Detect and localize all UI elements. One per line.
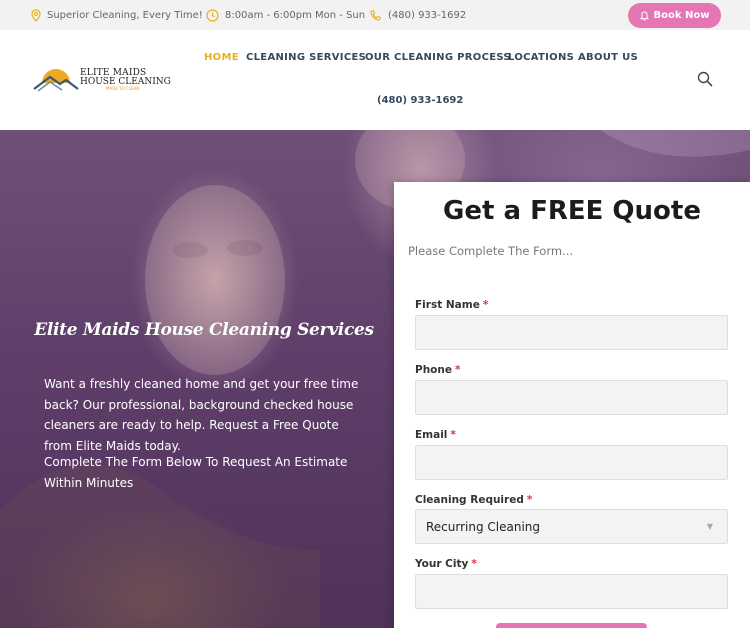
your-city-label-text: Your City xyxy=(415,558,469,570)
hero-title: Elite Maids House Cleaning Services xyxy=(34,320,374,340)
site-header: ELITE MAIDS HOUSE CLEANING MADE TO CLEAN… xyxy=(0,30,750,130)
nav-cleaning-services[interactable]: CLEANING SERVICES xyxy=(246,52,366,63)
required-mark: * xyxy=(482,299,489,311)
nav-locations[interactable]: LOCATIONS xyxy=(508,52,574,63)
nav-our-cleaning-process[interactable]: OUR CLEANING PROCESS xyxy=(365,52,511,63)
phone-input[interactable] xyxy=(415,380,728,415)
tagline-item: Superior Cleaning, Every Time! xyxy=(31,0,203,30)
tagline-text: Superior Cleaning, Every Time! xyxy=(47,9,203,21)
cleaning-required-select[interactable]: Recurring Cleaning ▼ xyxy=(415,509,728,544)
form-title: Get a FREE Quote xyxy=(443,196,701,226)
hero-paragraph-2: Complete The Form Below To Request An Es… xyxy=(44,455,348,490)
hours-text: 8:00am - 6:00pm Mon - Sun xyxy=(225,9,366,21)
phone-item[interactable]: (480) 933-1692 xyxy=(369,0,466,30)
your-city-input[interactable] xyxy=(415,574,728,609)
email-input[interactable] xyxy=(415,445,728,480)
chevron-down-icon: ▼ xyxy=(706,522,713,531)
submit-button[interactable] xyxy=(496,623,647,628)
email-label: Email * xyxy=(415,429,456,441)
required-mark: * xyxy=(450,429,456,441)
nav-home[interactable]: HOME xyxy=(204,52,239,63)
hours-item: 8:00am - 6:00pm Mon - Sun xyxy=(206,0,365,30)
top-bar: Superior Cleaning, Every Time! 8:00am - … xyxy=(0,0,750,30)
search-icon[interactable] xyxy=(697,71,713,87)
nav-phone-link[interactable]: (480) 933-1692 xyxy=(377,95,463,106)
first-name-input[interactable] xyxy=(415,315,728,350)
first-name-label-text: First Name xyxy=(415,299,480,311)
quote-form-card: Get a FREE Quote Please Complete The For… xyxy=(394,182,750,628)
first-name-label: First Name * xyxy=(415,299,488,311)
logo-tagline: MADE TO CLEAN xyxy=(106,86,140,91)
bell-icon xyxy=(639,10,649,21)
site-logo[interactable]: ELITE MAIDS HOUSE CLEANING MADE TO CLEAN xyxy=(32,67,171,93)
house-sun-logo-icon xyxy=(33,69,79,92)
book-now-label: Book Now xyxy=(653,10,710,21)
required-mark: * xyxy=(454,364,461,376)
cleaning-required-label-text: Cleaning Required xyxy=(415,494,524,506)
phone-label-text: Phone xyxy=(415,364,452,376)
location-pin-icon xyxy=(31,8,41,22)
required-mark: * xyxy=(526,494,533,506)
form-subtitle: Please Complete The Form... xyxy=(408,244,574,258)
your-city-label: Your City * xyxy=(415,558,477,570)
topbar-phone-text[interactable]: (480) 933-1692 xyxy=(388,10,466,21)
clock-icon xyxy=(206,8,219,22)
phone-icon xyxy=(370,9,382,21)
book-now-button[interactable]: Book Now xyxy=(628,3,721,28)
phone-label: Phone * xyxy=(415,364,460,376)
required-mark: * xyxy=(471,558,477,570)
cleaning-required-value: Recurring Cleaning xyxy=(426,519,541,534)
nav-about-us[interactable]: ABOUT US xyxy=(578,52,638,63)
cleaning-required-label: Cleaning Required * xyxy=(415,494,532,506)
hero-paragraph-1: Want a freshly cleaned home and get your… xyxy=(44,377,359,453)
email-label-text: Email xyxy=(415,429,448,441)
